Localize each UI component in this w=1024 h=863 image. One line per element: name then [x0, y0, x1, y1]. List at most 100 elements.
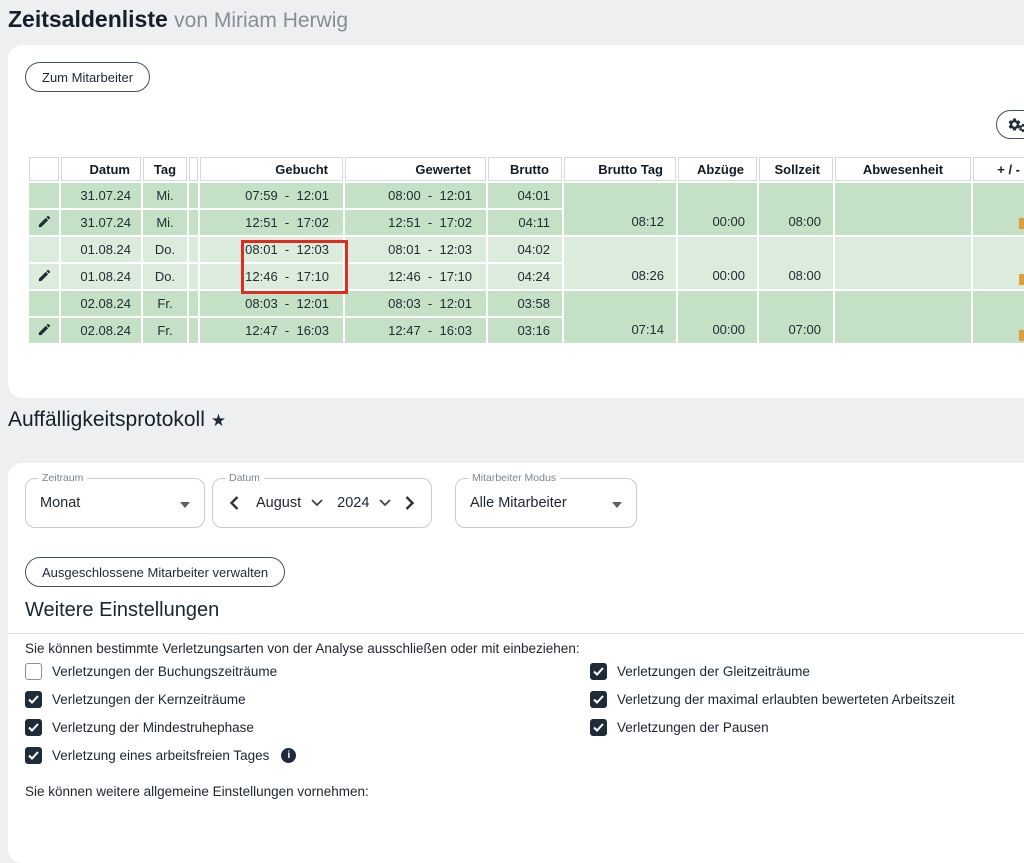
checkbox-pausen[interactable]: Verletzungen der Pausen: [590, 719, 769, 736]
cell-brutto-tag: 08:26: [564, 237, 676, 289]
table-header-row: Datum Tag Gebucht Gewertet Brutto Brutto…: [29, 157, 1024, 181]
cell-sollzeit: 07:00: [759, 291, 833, 343]
cell-gebucht: 12:47 - 16:03: [200, 318, 343, 343]
settings-intro: Sie können bestimmte Verletzungsarten vo…: [25, 641, 580, 656]
favorite-star-icon[interactable]: ★: [211, 411, 226, 430]
checkbox-gleitzeitraeume[interactable]: Verletzungen der Gleitzeiträume: [590, 663, 810, 680]
cell-brutto-tag: 08:12: [564, 183, 676, 235]
info-icon[interactable]: i: [281, 748, 296, 763]
cell-tag: Fr.: [143, 291, 187, 316]
table-settings-button[interactable]: [996, 110, 1024, 139]
cell-tag: Do.: [143, 264, 187, 289]
col-sollzeit: Sollzeit: [759, 157, 833, 181]
cell-gebucht: 07:59 - 12:01: [200, 183, 343, 208]
col-gewertet: Gewertet: [345, 157, 486, 181]
cell-gewertet: 08:01 - 12:03: [345, 237, 486, 262]
page-title-subtitle: von Miriam Herwig: [174, 9, 348, 32]
table-row: 31.07.24 Mi. 07:59 - 12:01 08:00 - 12:01…: [29, 183, 1024, 208]
chevron-down-icon: [180, 502, 190, 508]
cell-brutto: 04:01: [488, 183, 562, 208]
cell-abwesenheit: [835, 291, 971, 343]
cell-brutto: 04:11: [488, 210, 562, 235]
month-value[interactable]: August: [256, 495, 301, 511]
cell-plus-minus: [973, 183, 1024, 235]
to-employee-button[interactable]: Zum Mitarbeiter: [25, 62, 150, 92]
year-caret-icon[interactable]: [379, 499, 391, 507]
zeitraum-value: Monat: [40, 495, 80, 511]
day-group: 02.08.24 Fr. 08:03 - 12:01 08:03 - 12:01…: [29, 291, 1024, 343]
zeitraum-select[interactable]: Zeitraum Monat: [25, 478, 205, 528]
cell-gewertet: 08:00 - 12:01: [345, 183, 486, 208]
cell-sollzeit: 08:00: [759, 183, 833, 235]
cell-gebucht: 08:01 - 12:03: [200, 237, 343, 262]
table-row: 02.08.24 Fr. 08:03 - 12:01 08:03 - 12:01…: [29, 291, 1024, 316]
settings-footer: Sie können weitere allgemeine Einstellun…: [25, 784, 369, 799]
checkbox-kernzeitraeume[interactable]: Verletzungen der Kernzeiträume: [25, 691, 246, 708]
checkbox-mindestruhephase[interactable]: Verletzung der Mindestruhephase: [25, 719, 254, 736]
cell-gewertet: 12:47 - 16:03: [345, 318, 486, 343]
settings-heading: Weitere Einstellungen: [25, 599, 219, 622]
col-gebucht: Gebucht: [200, 157, 343, 181]
checkbox-icon[interactable]: [590, 719, 607, 736]
cell-brutto-tag: 07:14: [564, 291, 676, 343]
col-abzuege: Abzüge: [678, 157, 757, 181]
col-abwesenheit: Abwesenheit: [835, 157, 971, 181]
edit-pencil-icon[interactable]: [37, 268, 52, 283]
checkbox-icon[interactable]: [590, 663, 607, 680]
page-title-main: Zeitsaldenliste: [8, 6, 168, 32]
year-value[interactable]: 2024: [337, 495, 369, 511]
cell-gebucht: 08:03 - 12:01: [200, 291, 343, 316]
cell-brutto: 03:58: [488, 291, 562, 316]
col-edit: [29, 157, 59, 181]
cell-abwesenheit: [835, 183, 971, 235]
checkbox-arbeitsfreier-tag[interactable]: Verletzung eines arbeitsfreien Tages i: [25, 747, 296, 764]
page-title: Zeitsaldenliste von Miriam Herwig: [8, 6, 348, 33]
cell-gewertet: 12:51 - 17:02: [345, 210, 486, 235]
gears-icon: [1007, 117, 1024, 133]
day-group: 31.07.24 Mi. 07:59 - 12:01 08:00 - 12:01…: [29, 183, 1024, 235]
cell-datum: 01.08.24: [61, 237, 141, 262]
clipped-value-indicator: [1019, 274, 1024, 285]
checkbox-buchungszeitraeume[interactable]: Verletzungen der Buchungszeiträume: [25, 663, 277, 680]
cell-gebucht: 12:46 - 17:10: [200, 264, 343, 289]
day-group: 01.08.24 Do. 08:01 - 12:03 08:01 - 12:03…: [29, 237, 1024, 289]
cell-datum: 02.08.24: [61, 318, 141, 343]
cell-tag: Mi.: [143, 210, 187, 235]
protocol-card: Zeitraum Monat Datum August 2024 Mitarbe…: [8, 463, 1024, 863]
cell-plus-minus: [973, 237, 1024, 289]
divider: [8, 633, 1024, 634]
clipped-value-indicator: [1019, 330, 1024, 341]
cell-tag: Mi.: [143, 183, 187, 208]
chevron-right-icon[interactable]: [404, 496, 415, 510]
edit-pencil-icon[interactable]: [37, 214, 52, 229]
checkbox-icon[interactable]: [590, 691, 607, 708]
cell-tag: Fr.: [143, 318, 187, 343]
col-plus-minus: + / -: [973, 157, 1024, 181]
checkbox-icon[interactable]: [25, 663, 42, 680]
chevron-left-icon[interactable]: [229, 496, 240, 510]
manage-excluded-button[interactable]: Ausgeschlossene Mitarbeiter verwalten: [25, 557, 285, 587]
checkbox-max-arbeitszeit[interactable]: Verletzung der maximal erlaubten bewerte…: [590, 691, 955, 708]
cell-datum: 01.08.24: [61, 264, 141, 289]
checkbox-icon[interactable]: [25, 747, 42, 764]
time-balance-table: Datum Tag Gebucht Gewertet Brutto Brutto…: [27, 155, 1024, 345]
edit-pencil-icon[interactable]: [37, 322, 52, 337]
cell-datum: 31.07.24: [61, 183, 141, 208]
col-brutto: Brutto: [488, 157, 562, 181]
section-title-text: Auffälligkeitsprotokoll: [8, 408, 205, 431]
checkbox-icon[interactable]: [25, 719, 42, 736]
cell-abzuege: 00:00: [678, 183, 757, 235]
datum-control: Datum August 2024: [212, 478, 432, 528]
zeitraum-label: Zeitraum: [38, 472, 87, 484]
cell-gebucht: 12:51 - 17:02: [200, 210, 343, 235]
checkbox-icon[interactable]: [25, 691, 42, 708]
cell-brutto: 03:16: [488, 318, 562, 343]
month-caret-icon[interactable]: [311, 499, 323, 507]
cell-datum: 02.08.24: [61, 291, 141, 316]
mitarbeiter-modus-select[interactable]: Mitarbeiter Modus Alle Mitarbeiter: [455, 478, 637, 528]
cell-sollzeit: 08:00: [759, 237, 833, 289]
cell-abwesenheit: [835, 237, 971, 289]
cell-brutto: 04:24: [488, 264, 562, 289]
col-brutto-tag: Brutto Tag: [564, 157, 676, 181]
section-title: Auffälligkeitsprotokoll ★: [8, 408, 226, 432]
